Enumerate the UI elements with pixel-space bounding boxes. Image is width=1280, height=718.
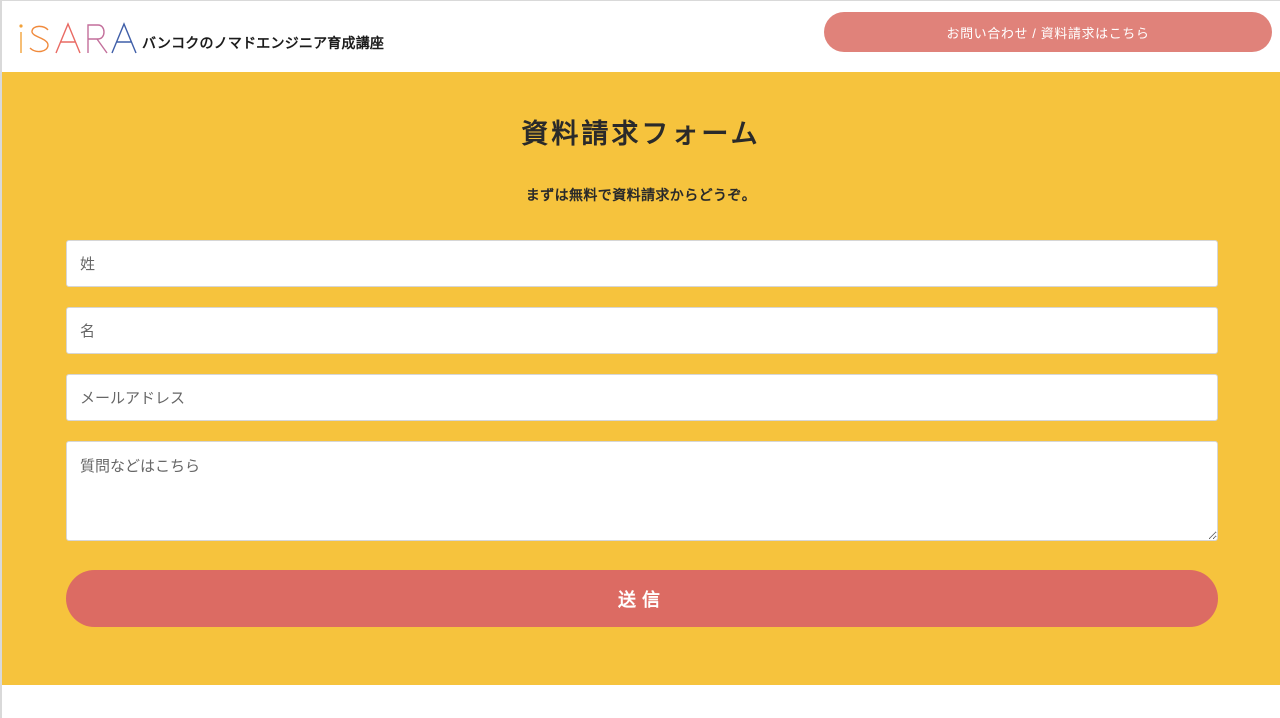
request-form-section: 資料請求フォーム まずは無料で資料請求からどうぞ。 送信 <box>2 72 1280 685</box>
contact-request-button[interactable]: お問い合わせ / 資料請求はこちら <box>824 12 1272 52</box>
submit-button[interactable]: 送信 <box>66 570 1218 627</box>
form-subtitle: まずは無料で資料請求からどうぞ。 <box>525 188 757 204</box>
logo-mark <box>19 22 137 54</box>
first-name-input[interactable] <box>66 307 1218 354</box>
site-tagline: バンコクのノマドエンジニア育成講座 <box>142 36 385 52</box>
isara-logo[interactable] <box>18 21 140 55</box>
site-header: バンコクのノマドエンジニア育成講座 お問い合わせ / 資料請求はこちら <box>2 1 1280 72</box>
last-name-input[interactable] <box>66 240 1218 287</box>
email-input[interactable] <box>66 374 1218 421</box>
question-textarea[interactable] <box>66 441 1218 541</box>
form-title: 資料請求フォーム <box>521 119 761 150</box>
